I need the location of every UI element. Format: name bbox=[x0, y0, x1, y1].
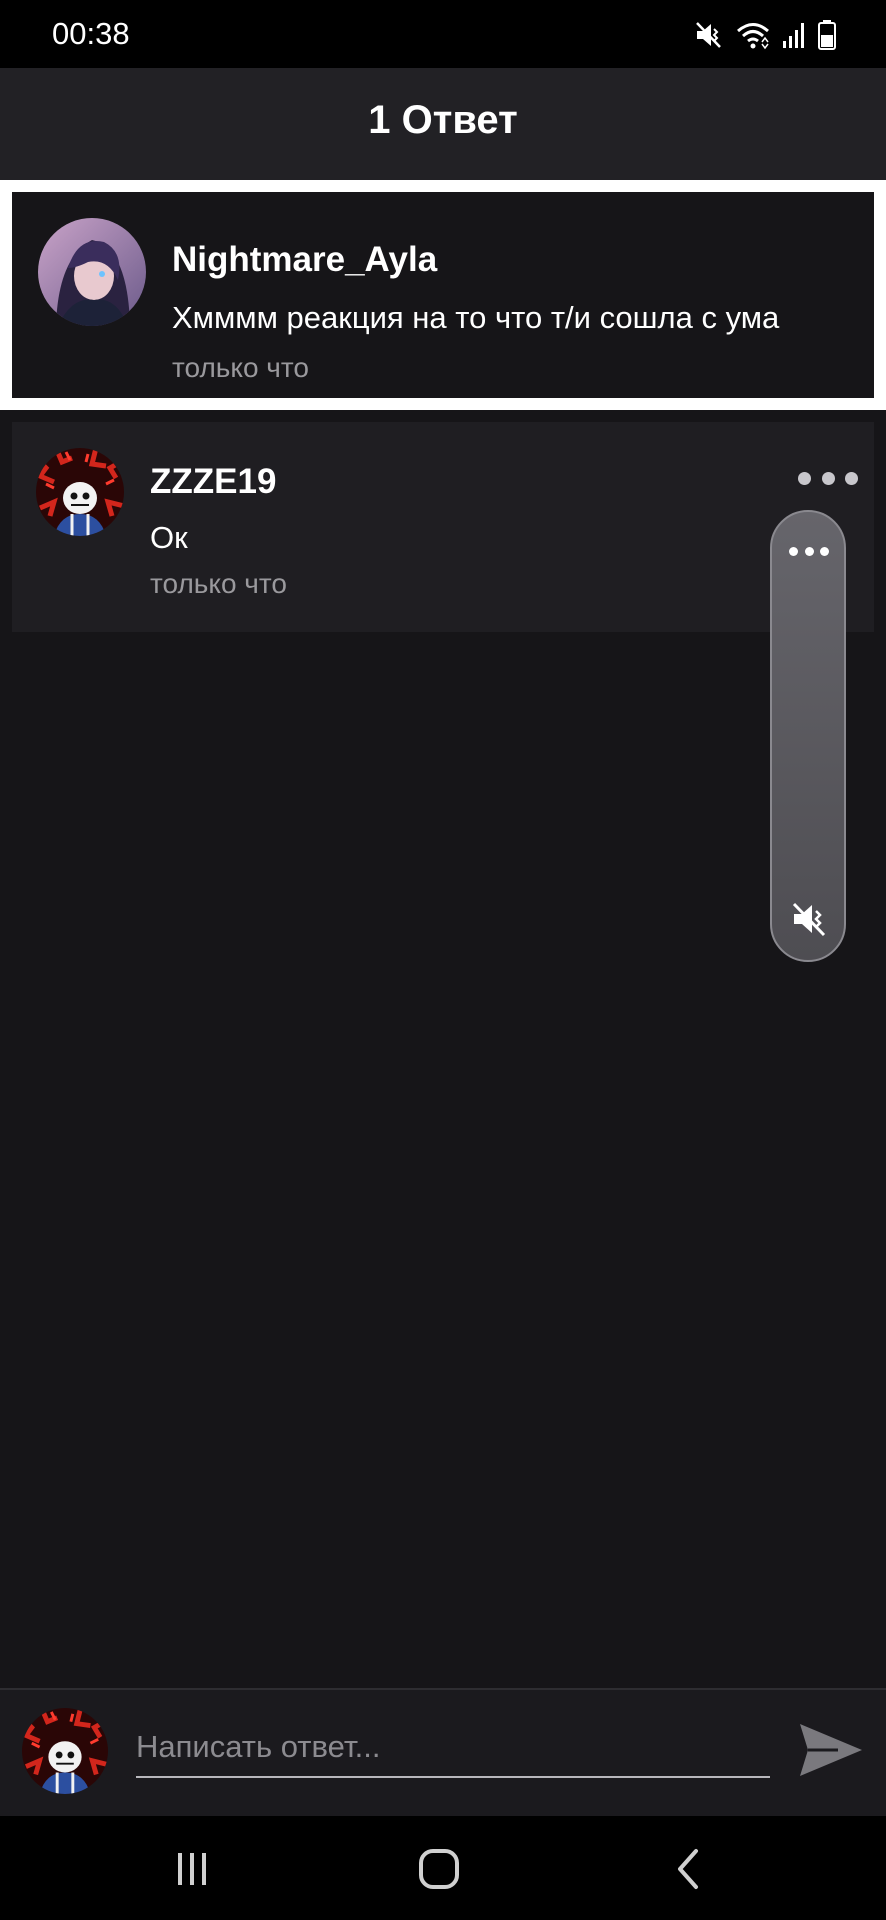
signal-icon bbox=[782, 21, 806, 49]
thread-header: 1 Ответ bbox=[0, 68, 886, 180]
avatar[interactable] bbox=[38, 218, 146, 326]
more-options-icon[interactable] bbox=[798, 466, 858, 490]
send-icon bbox=[800, 1724, 862, 1776]
reply-bar bbox=[0, 1688, 886, 1816]
comment-text: Хмммм реакция на то что т/и сошла с ума bbox=[172, 300, 780, 335]
status-bar: 00:38 bbox=[0, 0, 886, 68]
volume-more-icon[interactable] bbox=[789, 544, 829, 558]
comment-text: Ок bbox=[150, 520, 188, 555]
recent-apps-icon bbox=[178, 1853, 206, 1885]
comment-author[interactable]: Nightmare_Ayla bbox=[172, 240, 437, 280]
back-icon bbox=[678, 1849, 698, 1889]
home-button[interactable] bbox=[409, 1846, 469, 1892]
mute-icon[interactable] bbox=[791, 900, 829, 938]
send-button[interactable] bbox=[798, 1720, 864, 1780]
comment-timestamp: только что bbox=[172, 352, 309, 383]
back-button[interactable] bbox=[658, 1846, 718, 1892]
reply-comment[interactable]: ZZZE19 Ок только что bbox=[12, 422, 874, 632]
home-icon bbox=[419, 1849, 459, 1889]
recent-apps-button[interactable] bbox=[162, 1846, 222, 1892]
mute-icon bbox=[694, 20, 724, 50]
page-title: 1 Ответ bbox=[368, 98, 518, 142]
comment-timestamp: только что bbox=[150, 568, 287, 599]
parent-comment[interactable]: Nightmare_Ayla Хмммм реакция на то что т… bbox=[12, 192, 874, 398]
volume-panel[interactable] bbox=[770, 510, 846, 962]
avatar bbox=[22, 1708, 108, 1794]
status-icons bbox=[694, 18, 836, 52]
wifi-icon bbox=[736, 20, 770, 50]
avatar[interactable] bbox=[36, 448, 124, 536]
reply-input[interactable] bbox=[136, 1714, 770, 1778]
status-time: 00:38 bbox=[52, 16, 130, 51]
navigation-bar bbox=[0, 1816, 886, 1920]
comment-author[interactable]: ZZZE19 bbox=[150, 462, 276, 502]
parent-comment-highlight: Nightmare_Ayla Хмммм реакция на то что т… bbox=[0, 180, 886, 410]
battery-icon bbox=[818, 20, 836, 50]
